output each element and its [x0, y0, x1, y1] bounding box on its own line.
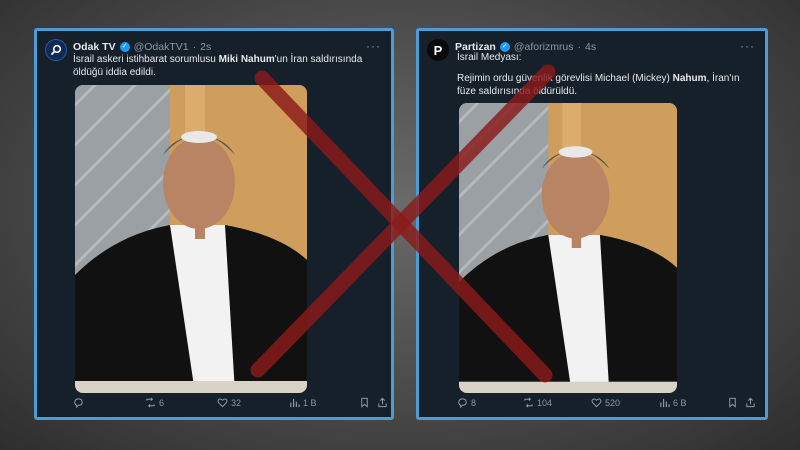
account-name[interactable]: Odak TV — [73, 41, 116, 53]
views-count: 6 B — [673, 397, 687, 408]
more-icon[interactable]: ··· — [366, 39, 381, 53]
tweet-card-partizan: P Partizan ✓ @aforizmrus · 4s ··· İsrail… — [416, 28, 768, 420]
like-icon — [591, 398, 602, 408]
partizan-logo-icon: P — [433, 42, 443, 58]
share-icon — [746, 397, 755, 408]
retweet-count: 6 — [159, 397, 165, 408]
post-time[interactable]: 2s — [200, 41, 211, 53]
avatar[interactable] — [45, 39, 67, 61]
avatar[interactable]: P — [427, 39, 449, 61]
retweet-icon — [146, 397, 155, 408]
tweet-actions: 8 104 520 6 B — [455, 397, 755, 411]
reply-count: 8 — [471, 397, 477, 408]
retweet-button[interactable]: 104 — [523, 397, 552, 408]
like-count: 32 — [231, 397, 242, 408]
reply-button[interactable] — [73, 397, 87, 408]
views-button[interactable]: 1 B — [289, 397, 317, 408]
share-icon — [378, 397, 387, 408]
separator-dot: · — [192, 41, 197, 53]
bookmark-icon — [361, 397, 368, 408]
tweet-actions: 6 32 1 B — [73, 397, 387, 411]
tweet-text: İsrail Medyası: Rejimin ordu güvenlik gö… — [457, 52, 740, 97]
like-button[interactable]: 520 — [591, 397, 620, 408]
bookmark-button[interactable] — [359, 397, 370, 408]
bookmark-icon — [729, 397, 736, 408]
like-button[interactable]: 32 — [217, 397, 241, 408]
account-handle[interactable]: @OdakTV1 — [134, 41, 189, 53]
views-count: 1 B — [303, 397, 317, 408]
reply-button[interactable]: 8 — [457, 397, 476, 408]
reply-icon — [458, 398, 467, 408]
views-icon — [660, 398, 670, 408]
views-button[interactable]: 6 B — [659, 397, 687, 408]
like-count: 520 — [605, 397, 621, 408]
retweet-count: 104 — [537, 397, 553, 408]
share-button[interactable] — [377, 397, 388, 408]
views-icon — [290, 398, 300, 408]
retweet-button[interactable]: 6 — [145, 397, 164, 408]
retweet-icon — [524, 397, 533, 408]
tweet-text: İsrail askeri istihbarat sorumlusu Miki … — [73, 54, 363, 78]
verified-icon: ✓ — [119, 42, 130, 52]
like-icon — [217, 398, 228, 408]
tweet-card-odaktv: Odak TV ✓ @OdakTV1 · 2s ··· İsrail asker… — [34, 28, 394, 420]
search-icon — [50, 44, 62, 56]
share-button[interactable] — [745, 397, 756, 408]
reply-icon — [74, 398, 83, 408]
tweet-photo[interactable] — [459, 103, 677, 393]
bookmark-button[interactable] — [727, 397, 738, 408]
tweet-photo[interactable] — [75, 85, 307, 393]
